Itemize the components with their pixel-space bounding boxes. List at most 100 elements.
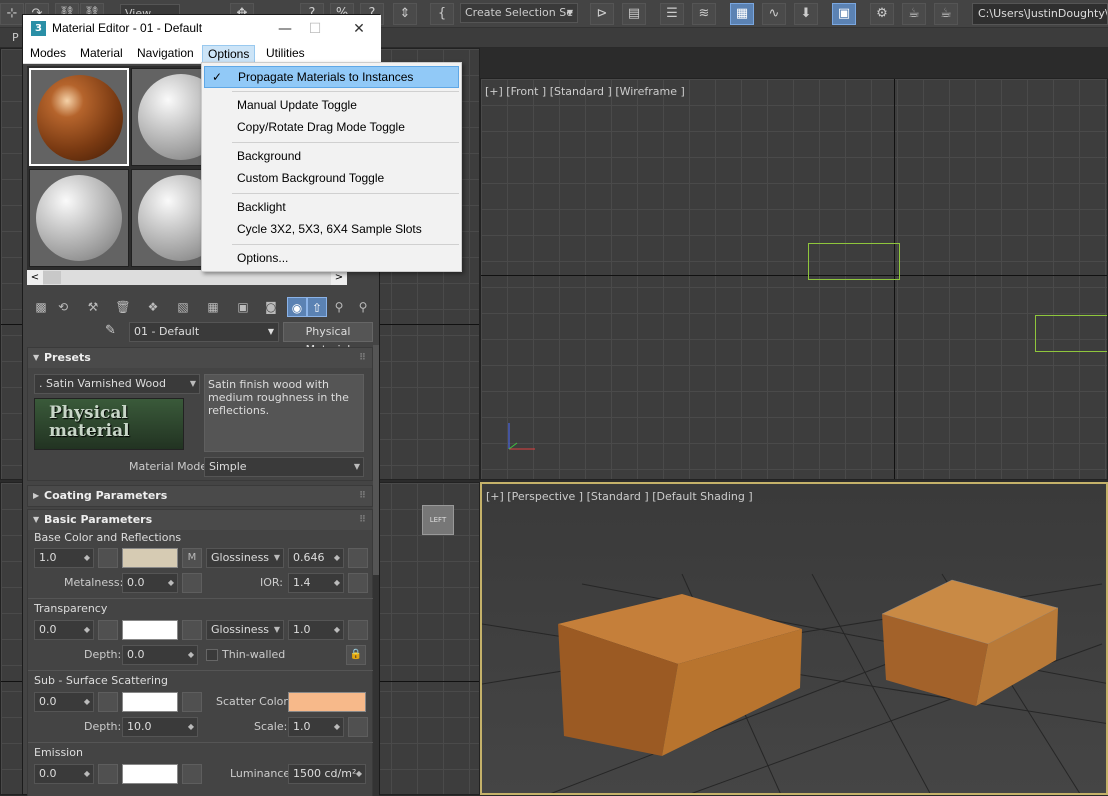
material-id-icon[interactable]: ▦ (203, 297, 223, 317)
reflection-mode-dropdown[interactable]: Glossiness ▼ (206, 548, 284, 568)
put-to-scene-icon[interactable]: ⟲ (53, 297, 73, 317)
render-setup-icon[interactable]: ⚙ (870, 3, 894, 25)
layer-explorer-icon[interactable]: ≋ (692, 3, 716, 25)
base-weight-map-button[interactable] (98, 548, 118, 568)
show-end-result-icon[interactable]: ◙ (261, 297, 281, 317)
material-mode-dropdown[interactable]: Simple ▼ (204, 457, 364, 477)
menu-material[interactable]: Material (75, 45, 128, 63)
sample-slot-1[interactable] (29, 68, 129, 166)
scene-explorer-icon[interactable]: ☰ (660, 3, 684, 25)
ior-map-button[interactable] (348, 573, 368, 593)
schematic-view-icon[interactable]: ⬇ (794, 3, 818, 25)
rendered-frame-icon[interactable]: ☕ (902, 3, 926, 25)
go-to-parent-icon[interactable]: ⇧ (307, 297, 327, 317)
emission-color-swatch[interactable] (122, 764, 178, 784)
close-icon[interactable]: ✕ (344, 19, 374, 39)
thin-walled-checkbox[interactable] (206, 649, 218, 661)
ior-spinner[interactable]: 1.4 ◆ (288, 573, 344, 593)
go-forward-sibling-icon[interactable]: ⚲ (329, 297, 349, 317)
menu-navigation[interactable]: Navigation (132, 45, 199, 63)
scroll-left-icon[interactable]: < (27, 270, 43, 285)
transparency-gloss-spinner[interactable]: 1.0 ◆ (288, 620, 344, 640)
transparency-gloss-map-button[interactable] (348, 620, 368, 640)
scatter-color-swatch[interactable] (288, 692, 366, 712)
lock-icon[interactable]: 🔒 (346, 645, 366, 665)
emission-weight-map-button[interactable] (98, 764, 118, 784)
transparency-color-map-button[interactable] (182, 620, 202, 640)
sss-depth-spinner[interactable]: 10.0 ◆ (122, 717, 198, 737)
named-selection-icon[interactable]: { (430, 3, 454, 25)
minimize-icon[interactable]: — (270, 19, 300, 39)
coating-header[interactable]: ▶ Coating Parameters ⠿ (28, 486, 372, 506)
show-shaded-icon[interactable]: ▣ (233, 297, 253, 317)
parameters-scrollbar[interactable] (373, 345, 379, 796)
project-path-field[interactable]: C:\Users\JustinDoughty\Do (972, 3, 1108, 25)
menu-options[interactable]: Options (202, 45, 256, 63)
ribbon-toggle-icon[interactable]: ▦ (730, 3, 754, 25)
pick-from-object-icon[interactable]: ⚲ (353, 297, 373, 317)
sss-weight-map-button[interactable] (98, 692, 118, 712)
emission-weight-spinner[interactable]: 0.0 ◆ (34, 764, 94, 784)
base-weight-spinner[interactable]: 1.0 ◆ (34, 548, 94, 568)
menu-item-backlight[interactable]: Backlight (204, 196, 459, 218)
preset-dropdown[interactable]: . Satin Varnished Wood ▼ (34, 374, 200, 394)
maximize-icon[interactable]: ☐ (300, 19, 330, 39)
menu-item-manual-update-toggle[interactable]: Manual Update Toggle (204, 94, 459, 116)
delete-icon[interactable]: 🗑 (113, 297, 133, 317)
base-color-swatch[interactable] (122, 548, 178, 568)
menu-item-background[interactable]: Background (204, 145, 459, 167)
transparency-weight-map-button[interactable] (98, 620, 118, 640)
parameters-scroll-thumb[interactable] (373, 345, 379, 575)
selected-object-box-2[interactable] (1035, 315, 1107, 352)
glossiness-map-button[interactable] (348, 548, 368, 568)
spinner-snap-icon[interactable]: ⇕ (393, 3, 417, 25)
viewcube-left[interactable]: LEFT (422, 505, 454, 535)
assign-material-icon[interactable]: ⚒ (83, 297, 103, 317)
material-editor-titlebar[interactable]: 3 Material Editor - 01 - Default — ☐ ✕ (23, 15, 381, 43)
base-color-map-button[interactable]: M (182, 548, 202, 568)
align-icon[interactable]: ▤ (622, 3, 646, 25)
luminance-spinner[interactable]: 1500 cd/m² ◆ (288, 764, 366, 784)
sss-scale-spinner[interactable]: 1.0 ◆ (288, 717, 344, 737)
material-name-field[interactable]: 01 - Default ▼ (129, 322, 279, 342)
glossiness-spinner[interactable]: 0.646 ◆ (288, 548, 344, 568)
front-viewport[interactable]: [+] [Front ] [Standard ] [Wireframe ] (480, 78, 1108, 480)
transparency-weight-spinner[interactable]: 0.0 ◆ (34, 620, 94, 640)
get-material-icon[interactable]: ▩ (31, 297, 51, 317)
perspective-viewport[interactable]: [+] [Perspective ] [Standard ] [Default … (480, 482, 1108, 795)
eyedropper-icon[interactable]: ✎ (105, 323, 123, 341)
menu-item-custom-background-toggle[interactable]: Custom Background Toggle (204, 167, 459, 189)
menu-item-cycle-sample-slots[interactable]: Cycle 3X2, 5X3, 6X4 Sample Slots (204, 218, 459, 240)
menu-item-options[interactable]: Options... (204, 247, 459, 269)
emission-color-map-button[interactable] (182, 764, 202, 784)
material-editor-icon[interactable]: ▣ (832, 3, 856, 25)
sample-slot-scrollbar[interactable]: < > (27, 270, 347, 285)
menu-modes[interactable]: Modes (25, 45, 71, 63)
menu-item-copy-rotate-drag-mode[interactable]: Copy/Rotate Drag Mode Toggle (204, 116, 459, 138)
scroll-thumb[interactable] (43, 271, 61, 284)
render-icon[interactable]: ☕ (934, 3, 958, 25)
sss-scale-map-button[interactable] (348, 717, 368, 737)
create-selection-set-dropdown[interactable]: Create Selection Se ▼ (460, 3, 578, 23)
menu-item-propagate-materials[interactable]: ✓ Propagate Materials to Instances (204, 66, 459, 88)
front-viewport-label[interactable]: [+] [Front ] [Standard ] [Wireframe ] (485, 85, 685, 98)
sample-slot-3[interactable] (29, 169, 129, 267)
scroll-right-icon[interactable]: > (331, 270, 347, 285)
sss-color-map-button[interactable] (182, 692, 202, 712)
selected-object-box-1[interactable] (808, 243, 900, 280)
menu-utilities[interactable]: Utilities (261, 45, 310, 63)
make-unique-icon[interactable]: ❖ (143, 297, 163, 317)
basic-parameters-header[interactable]: ▼ Basic Parameters ⠿ (28, 510, 372, 530)
transparency-depth-spinner[interactable]: 0.0 ◆ (122, 645, 198, 665)
select-icon[interactable]: ⊹ (0, 3, 24, 25)
material-type-button[interactable]: Physical Material (283, 322, 373, 356)
sss-weight-spinner[interactable]: 0.0 ◆ (34, 692, 94, 712)
sss-color-swatch[interactable] (122, 692, 178, 712)
show-map-in-viewport-icon[interactable]: ◉ (287, 297, 307, 317)
curve-editor-icon[interactable]: ∿ (762, 3, 786, 25)
transparency-color-swatch[interactable] (122, 620, 178, 640)
transparency-mode-dropdown[interactable]: Glossiness ▼ (206, 620, 284, 640)
put-to-library-icon[interactable]: ▧ (173, 297, 193, 317)
presets-header[interactable]: ▼ Presets ⠿ (28, 348, 372, 368)
mirror-icon[interactable]: ⊳ (590, 3, 614, 25)
